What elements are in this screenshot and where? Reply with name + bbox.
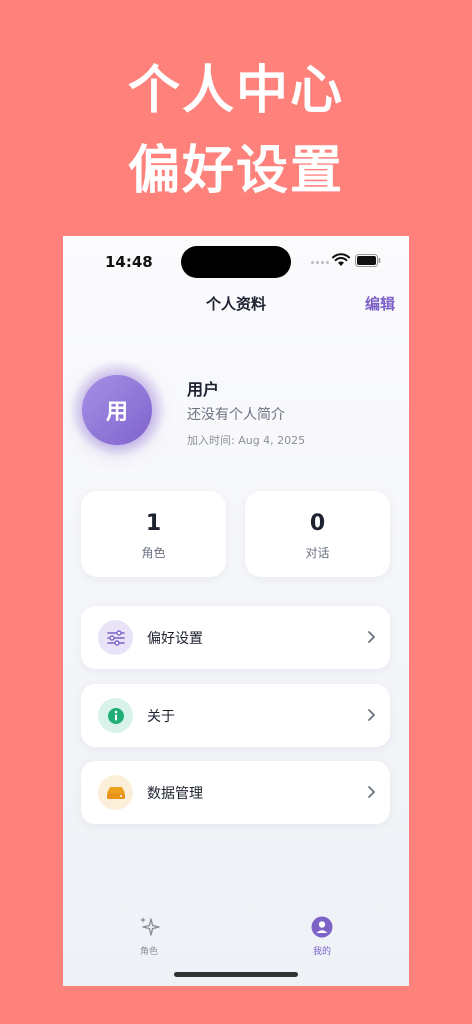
wifi-icon — [332, 253, 350, 266]
headline-line1: 个人中心 — [127, 61, 344, 121]
chevron-right-icon — [368, 709, 375, 721]
tab-characters[interactable]: 角色 — [119, 916, 179, 957]
menu-item-about[interactable]: 关于 — [81, 684, 390, 747]
stat-label: 角色 — [141, 546, 166, 560]
menu-label: 偏好设置 — [147, 631, 203, 647]
person-icon — [311, 916, 333, 938]
home-indicator — [174, 972, 298, 977]
sliders-icon — [98, 620, 133, 655]
battery-icon — [355, 254, 381, 267]
stat-card-conversations[interactable]: 0 对话 — [245, 491, 390, 577]
phone-screen: 14:48 个人资料 编辑 用 用户 还没有个人简介 加入时间: Aug 4, … — [63, 236, 409, 986]
edit-button[interactable]: 编辑 — [365, 293, 395, 314]
tab-me[interactable]: 我的 — [292, 916, 352, 957]
dynamic-island — [181, 246, 291, 278]
headline-line2: 偏好设置 — [127, 141, 344, 201]
tab-label: 角色 — [139, 947, 158, 957]
menu-item-preferences[interactable]: 偏好设置 — [81, 606, 390, 669]
storage-icon — [98, 775, 133, 810]
stat-value: 0 — [309, 511, 326, 536]
menu-label: 关于 — [147, 709, 175, 725]
status-time: 14:48 — [105, 253, 153, 271]
info-icon — [98, 698, 133, 733]
chevron-right-icon — [368, 786, 375, 798]
sparkle-icon — [140, 917, 160, 936]
menu-label: 数据管理 — [147, 786, 203, 802]
stat-card-characters[interactable]: 1 角色 — [81, 491, 226, 577]
page-title: 个人资料 — [205, 295, 266, 313]
avatar[interactable]: 用 — [82, 375, 152, 445]
chevron-right-icon — [368, 631, 375, 643]
stat-label: 对话 — [305, 546, 330, 560]
signal-icon — [311, 261, 329, 264]
menu-item-data-management[interactable]: 数据管理 — [81, 761, 390, 824]
user-bio: 还没有个人简介 — [187, 407, 285, 423]
join-date: 加入时间: Aug 4, 2025 — [187, 434, 306, 447]
tab-label: 我的 — [312, 947, 331, 957]
stat-value: 1 — [145, 511, 162, 536]
user-name: 用户 — [187, 380, 220, 399]
